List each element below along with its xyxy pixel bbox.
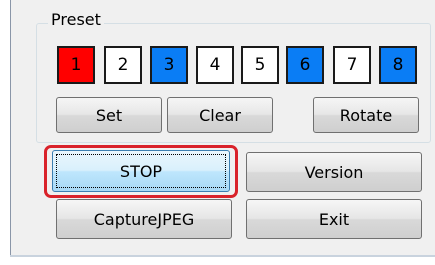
preset-box-label: 5	[254, 55, 266, 75]
clear-button[interactable]: Clear	[167, 97, 273, 133]
set-button[interactable]: Set	[56, 97, 162, 133]
preset-box-6[interactable]: 6	[286, 46, 324, 84]
window-bottom-border	[10, 255, 435, 257]
preset-box-8[interactable]: 8	[379, 46, 417, 84]
version-button[interactable]: Version	[246, 152, 422, 192]
app-window: Preset 1 2 3 4 5 6 7 8 Set Clear Rotate …	[0, 0, 435, 265]
preset-box-1[interactable]: 1	[57, 46, 95, 84]
preset-box-label: 8	[392, 55, 404, 75]
preset-box-label: 6	[299, 55, 311, 75]
capture-jpeg-button[interactable]: CaptureJPEG	[56, 199, 232, 239]
preset-box-7[interactable]: 7	[333, 46, 371, 84]
preset-box-label: 4	[209, 55, 221, 75]
stop-button-highlight	[44, 145, 238, 198]
exit-button[interactable]: Exit	[246, 199, 422, 239]
preset-box-label: 2	[117, 55, 129, 75]
preset-group-title: Preset	[48, 9, 104, 31]
preset-box-label: 3	[163, 55, 175, 75]
preset-box-5[interactable]: 5	[241, 46, 279, 84]
preset-box-label: 7	[346, 55, 358, 75]
preset-box-3[interactable]: 3	[150, 46, 188, 84]
preset-box-2[interactable]: 2	[104, 46, 142, 84]
preset-box-4[interactable]: 4	[196, 46, 234, 84]
rotate-button[interactable]: Rotate	[313, 97, 419, 133]
preset-box-label: 1	[70, 55, 82, 75]
